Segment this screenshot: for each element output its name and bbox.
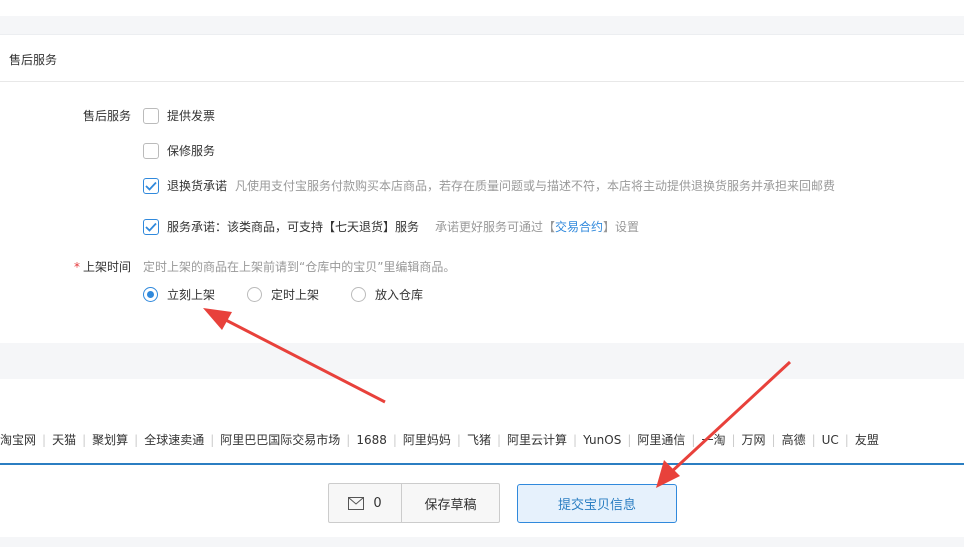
annotation-arrows	[203, 308, 792, 488]
arrow-annotation-2	[656, 360, 792, 488]
arrow-annotation-1	[203, 308, 386, 404]
